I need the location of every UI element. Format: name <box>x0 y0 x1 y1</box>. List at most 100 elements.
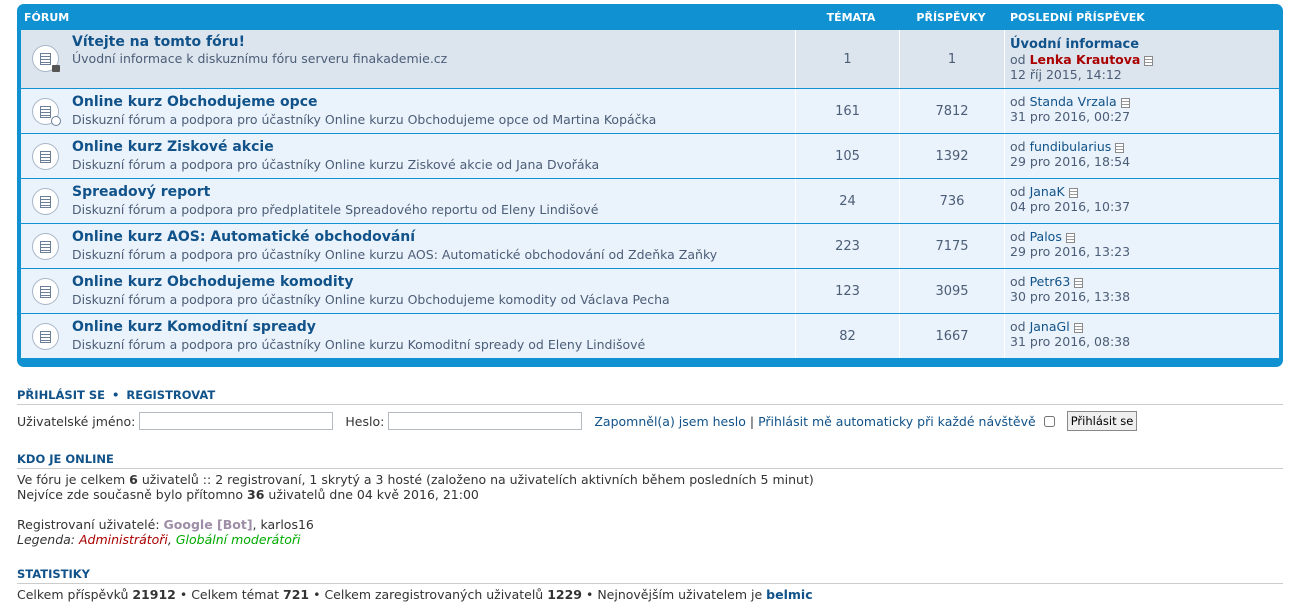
last-post-author-link[interactable]: Palos <box>1030 229 1062 244</box>
by-label: od <box>1010 229 1026 244</box>
topics-count: 105 <box>795 134 899 178</box>
legend-admin-link[interactable]: Administrátoři <box>79 532 168 547</box>
last-post-cell: od JanaGl 31 pro 2016, 08:38 <box>1004 314 1279 358</box>
forum-title-link[interactable]: Vítejte na tomto fóru! <box>72 34 245 50</box>
forum-title-link[interactable]: Spreadový report <box>72 184 210 200</box>
last-post-date: 29 pro 2016, 13:23 <box>1010 244 1131 259</box>
separator: • <box>111 388 120 402</box>
last-post-title-link[interactable]: Úvodní informace <box>1010 37 1279 52</box>
view-latest-post-icon[interactable] <box>1115 142 1125 153</box>
view-latest-post-icon[interactable] <box>1074 277 1084 288</box>
login-button[interactable]: Přihlásit se <box>1066 411 1138 431</box>
login-heading: Přihlásit se • Registrovat <box>17 388 1283 405</box>
stats-line: Celkem příspěvků 21912 • Celkem témat 72… <box>17 587 813 602</box>
view-latest-post-icon[interactable] <box>1073 322 1083 333</box>
last-post-date: 31 pro 2016, 08:38 <box>1010 334 1131 349</box>
last-post-cell: od Standa Vrzala 31 pro 2016, 00:27 <box>1004 89 1279 133</box>
by-label: od <box>1010 319 1026 334</box>
forum-title-link[interactable]: Online kurz AOS: Automatické obchodování <box>72 229 415 245</box>
last-post-author-link[interactable]: JanaGl <box>1030 319 1070 334</box>
forum-icon <box>32 188 59 215</box>
online-line-2: Nejvíce zde současně bylo přítomno 36 už… <box>17 487 479 502</box>
auto-login-label[interactable]: Přihlásit mě automaticky při každé návšt… <box>758 414 1036 429</box>
forum-row: Online kurz Obchodujeme komodity Diskuzní… <box>21 269 1279 313</box>
forum-title-link[interactable]: Online kurz Obchodujeme komodity <box>72 274 353 290</box>
document-icon <box>40 331 51 343</box>
forum-cell: Spreadový report Diskuzní fórum a podpora… <box>21 179 795 223</box>
forum-description: Diskuzní fórum a podpora pro předplatite… <box>72 202 599 217</box>
login-form: Uživatelské jméno: Heslo: Zapomněl(a) js… <box>17 410 1138 432</box>
by-label: od <box>1010 184 1026 199</box>
locked-forum-icon <box>32 45 60 72</box>
forum-description: Diskuzní fórum a podpora pro účastníky O… <box>72 247 718 262</box>
view-latest-post-icon[interactable] <box>1065 232 1075 243</box>
forum-row: Spreadový report Diskuzní fórum a podpora… <box>21 179 1279 223</box>
last-post-author-link[interactable]: Standa Vrzala <box>1030 94 1117 109</box>
register-link[interactable]: Registrovat <box>126 388 215 402</box>
forum-icon <box>32 278 59 305</box>
header-last-post: Poslední příspěvek <box>1010 11 1145 24</box>
forum-list: Fórum Témata Příspěvky Poslední příspěve… <box>17 4 1283 367</box>
forum-description: Diskuzní fórum a podpora pro účastníky O… <box>72 337 646 352</box>
stats-users: 1229 <box>547 587 582 602</box>
last-post-author-link[interactable]: Petr63 <box>1030 274 1071 289</box>
view-latest-post-icon[interactable] <box>1144 55 1154 66</box>
stats-heading: Statistiky <box>17 567 1283 584</box>
document-icon <box>40 53 51 65</box>
topics-count: 82 <box>795 314 899 358</box>
forum-icon <box>32 233 59 260</box>
last-post-author-link[interactable]: Lenka Krautova <box>1030 52 1141 67</box>
last-post-date: 31 pro 2016, 00:27 <box>1010 109 1131 124</box>
forum-row: Online kurz AOS: Automatické obchodování… <box>21 224 1279 268</box>
forum-subforum-icon <box>32 98 61 126</box>
legend-mod-link[interactable]: Globální moderátoři <box>176 532 301 547</box>
forgot-password-link[interactable]: Zapomněl(a) jsem heslo <box>594 414 746 429</box>
by-label: od <box>1010 274 1026 289</box>
last-post-date: 12 říj 2015, 14:12 <box>1010 67 1122 82</box>
online-heading: Kdo je online <box>17 452 1283 469</box>
posts-count: 7175 <box>899 224 1004 268</box>
last-post-cell: od Palos 29 pro 2016, 13:23 <box>1004 224 1279 268</box>
header-forum: Fórum <box>24 11 70 24</box>
forum-rows: Vítejte na tomto fóru! Úvodní informace k… <box>21 30 1279 358</box>
forum-title-link[interactable]: Online kurz Obchodujeme opce <box>72 94 318 110</box>
pipe-separator: | <box>749 413 755 429</box>
forum-cell: Online kurz Obchodujeme opce Diskuzní fór… <box>21 89 795 133</box>
stats-posts: 21912 <box>132 587 176 602</box>
posts-count: 736 <box>899 179 1004 223</box>
lock-icon <box>52 65 60 72</box>
last-post-date: 04 pro 2016, 10:37 <box>1010 199 1131 214</box>
username-input[interactable] <box>139 412 334 430</box>
last-post-cell: Úvodní informace od Lenka Krautova 12 říj … <box>1004 30 1279 88</box>
online-max-count: 36 <box>247 487 265 502</box>
forum-title-link[interactable]: Online kurz Ziskové akcie <box>72 139 274 155</box>
login-link[interactable]: Přihlásit se <box>17 388 105 402</box>
online-line-1: Ve fóru je celkem 6 uživatelů :: 2 regis… <box>17 472 814 487</box>
forum-description: Diskuzní fórum a podpora pro účastníky O… <box>72 292 670 307</box>
user-google-bot[interactable]: Google [Bot] <box>164 517 253 532</box>
forum-icon <box>32 143 59 170</box>
by-label: od <box>1010 139 1026 154</box>
last-post-author-link[interactable]: fundibularius <box>1030 139 1112 154</box>
document-icon <box>40 106 51 118</box>
topics-count: 1 <box>795 30 899 88</box>
newest-user-link[interactable]: belmic <box>766 587 812 602</box>
topics-count: 161 <box>795 89 899 133</box>
by-label: od <box>1010 52 1026 67</box>
last-post-cell: od JanaK 04 pro 2016, 10:37 <box>1004 179 1279 223</box>
password-input[interactable] <box>388 412 583 430</box>
registered-users: Registrovaní uživatelé: Google [Bot], ka… <box>17 517 314 532</box>
last-post-date: 29 pro 2016, 18:54 <box>1010 154 1131 169</box>
by-label: od <box>1010 94 1026 109</box>
subforum-icon <box>51 116 61 126</box>
password-label: Heslo: <box>345 413 385 429</box>
auto-login-checkbox[interactable] <box>1043 415 1055 427</box>
forum-description: Diskuzní fórum a podpora pro účastníky O… <box>72 112 657 127</box>
view-latest-post-icon[interactable] <box>1120 97 1130 108</box>
forum-title-link[interactable]: Online kurz Komoditní spready <box>72 319 316 335</box>
topics-count: 123 <box>795 269 899 313</box>
user-karlos16[interactable]: karlos16 <box>261 517 314 532</box>
view-latest-post-icon[interactable] <box>1068 187 1078 198</box>
forum-row: Online kurz Ziskové akcie Diskuzní fórum … <box>21 134 1279 178</box>
last-post-author-link[interactable]: JanaK <box>1030 184 1065 199</box>
